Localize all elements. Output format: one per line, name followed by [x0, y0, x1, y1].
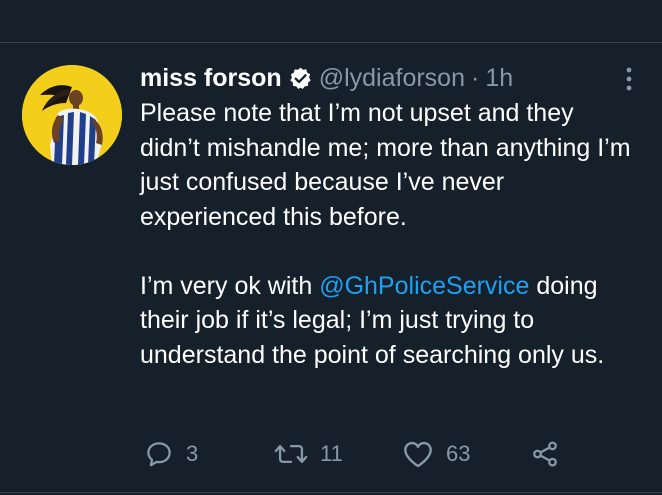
reply-count: 3: [186, 441, 199, 466]
handle[interactable]: @lydiaforson: [319, 64, 465, 93]
like-count: 63: [446, 441, 471, 466]
retweet-icon: [274, 439, 308, 469]
header-separator: ·: [470, 63, 480, 92]
tweet-paragraph-2: I’m very ok with @GhPoliceService doing …: [140, 269, 640, 373]
tweet-paragraph-1: Please note that I’m not upset and they …: [140, 99, 631, 231]
mention-link[interactable]: @GhPoliceService: [319, 272, 529, 300]
tweet-actions: 3 11 63: [140, 436, 580, 472]
retweet-count: 11: [320, 441, 343, 466]
share-button[interactable]: [530, 436, 560, 472]
display-name[interactable]: miss forson: [140, 64, 282, 93]
bottom-divider: [0, 492, 662, 493]
verified-badge-icon: [288, 66, 313, 91]
avatar-photo: [22, 65, 122, 165]
share-icon: [530, 439, 560, 469]
avatar[interactable]: [22, 65, 122, 165]
tweet[interactable]: miss forson @lydiaforson · 1h Please not…: [140, 62, 640, 372]
like-button[interactable]: 63: [402, 436, 470, 472]
top-divider: [0, 42, 662, 43]
reply-icon: [144, 439, 174, 469]
tweet-text: Please note that I’m not upset and they …: [140, 96, 640, 372]
tweet-header: miss forson @lydiaforson · 1h: [140, 62, 640, 94]
tweet-text-segment: I’m very ok with: [140, 271, 320, 300]
heart-icon: [402, 439, 434, 469]
reply-button[interactable]: 3: [144, 436, 198, 472]
more-vertical-icon[interactable]: [622, 66, 636, 92]
retweet-button[interactable]: 11: [274, 436, 343, 472]
timestamp[interactable]: 1h: [485, 64, 513, 93]
